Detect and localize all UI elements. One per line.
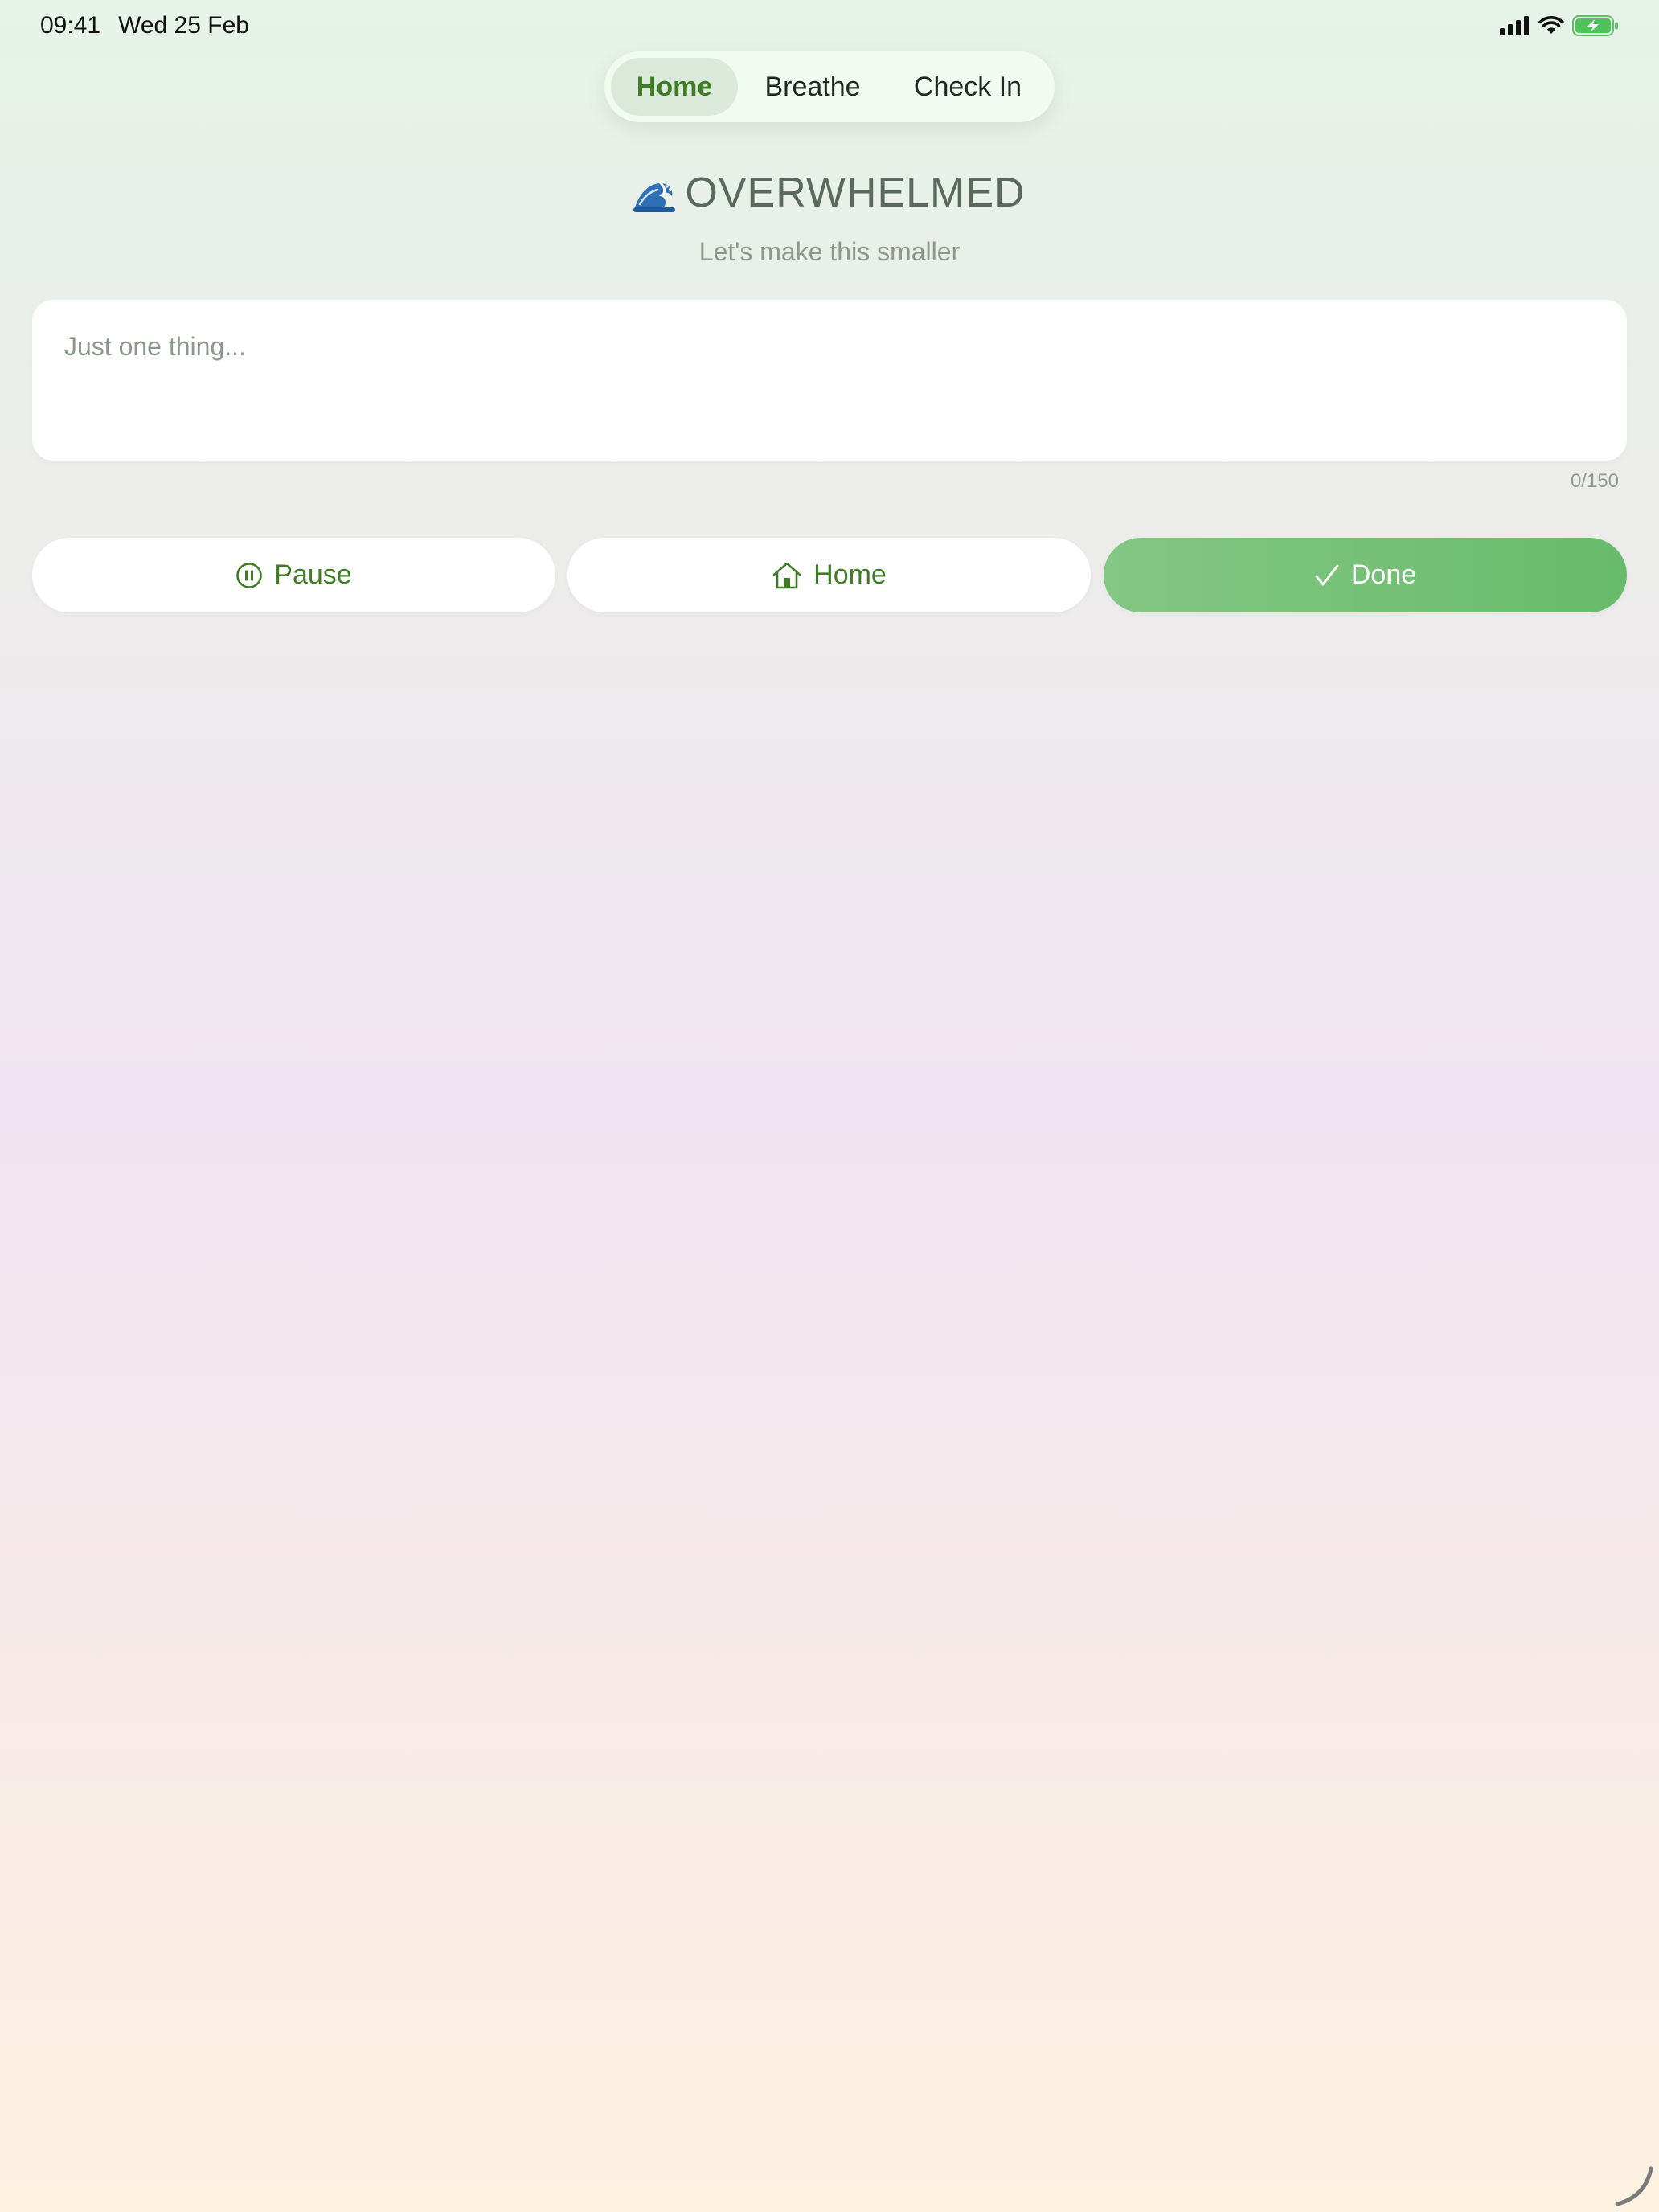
checkmark-icon bbox=[1315, 564, 1339, 585]
mood-header: OVERWHELMED bbox=[0, 169, 1659, 217]
battery-charging-icon bbox=[1572, 15, 1618, 36]
corner-swipe-indicator-icon bbox=[1615, 2166, 1653, 2206]
pause-button-label: Pause bbox=[274, 559, 352, 590]
done-button-label: Done bbox=[1350, 559, 1417, 590]
status-bar-left: 09:41 Wed 25 Feb bbox=[40, 12, 249, 39]
pause-button[interactable]: Pause bbox=[32, 538, 555, 612]
tab-check-in-label: Check In bbox=[913, 71, 1022, 102]
tab-check-in[interactable]: Check In bbox=[887, 58, 1048, 116]
home-icon bbox=[772, 562, 801, 588]
done-button[interactable]: Done bbox=[1104, 538, 1627, 612]
status-bar: 09:41 Wed 25 Feb bbox=[0, 0, 1659, 51]
home-button-label: Home bbox=[813, 559, 887, 590]
wave-emoji-icon bbox=[633, 182, 676, 212]
mood-subtitle: Let's make this smaller bbox=[698, 237, 961, 266]
one-thing-input[interactable]: Just one thing... bbox=[32, 300, 1627, 461]
status-date: Wed 25 Feb bbox=[118, 12, 249, 39]
wifi-icon bbox=[1538, 16, 1564, 34]
input-placeholder: Just one thing... bbox=[64, 332, 246, 361]
character-counter: 0/150 bbox=[1570, 470, 1619, 492]
status-bar-right bbox=[1500, 15, 1619, 36]
tab-home[interactable]: Home bbox=[611, 58, 738, 116]
top-tab-bar: Home Breathe Check In bbox=[604, 51, 1055, 122]
mood-title: OVERWHELMED bbox=[685, 170, 1026, 216]
pause-icon bbox=[236, 562, 263, 588]
cellular-signal-icon bbox=[1500, 16, 1529, 35]
tab-home-label: Home bbox=[636, 71, 713, 102]
tab-breathe[interactable]: Breathe bbox=[738, 58, 887, 116]
tab-breathe-label: Breathe bbox=[764, 71, 861, 102]
home-button[interactable]: Home bbox=[567, 538, 1091, 612]
status-time: 09:41 bbox=[40, 12, 101, 39]
